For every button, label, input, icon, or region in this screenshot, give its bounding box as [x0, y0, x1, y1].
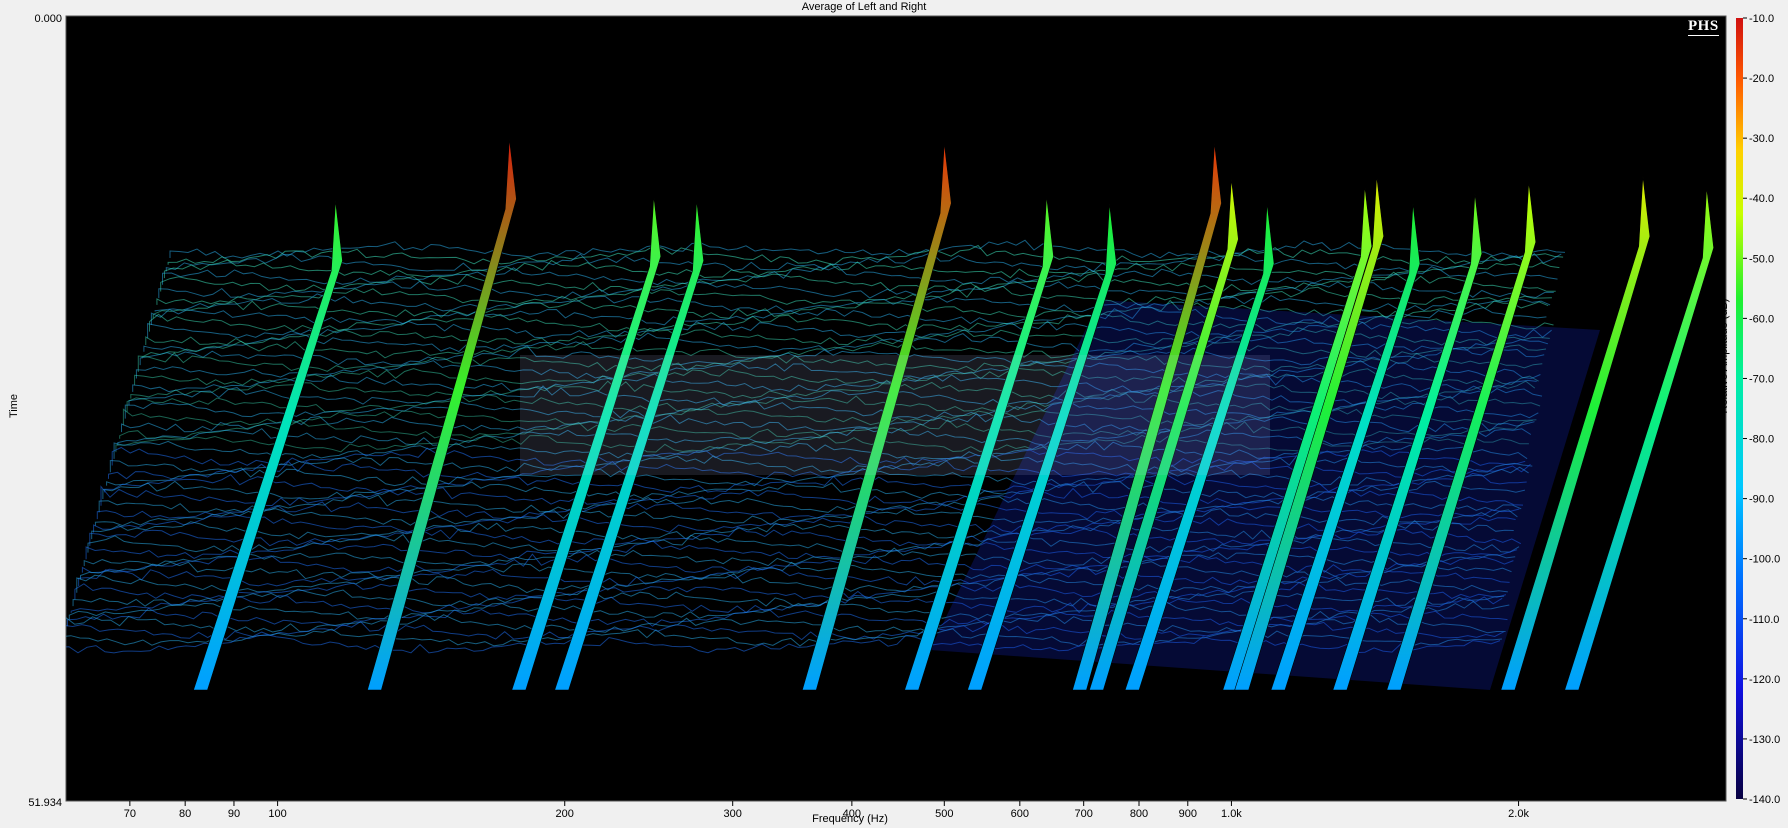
- colorbar: [1736, 18, 1743, 799]
- colorbar-tick-label: -10.0: [1749, 13, 1774, 25]
- colorbar-tick-label: -90.0: [1749, 494, 1774, 506]
- colorbar-tick-label: -30.0: [1749, 133, 1774, 145]
- y-tick-label-bottom: 51.934: [28, 797, 62, 809]
- colorbar-tick-label: -60.0: [1749, 313, 1774, 325]
- x-tick-label: 500: [935, 808, 953, 820]
- colorbar-tick-label: -110.0: [1749, 614, 1779, 626]
- phs-logo: PHS: [1688, 18, 1719, 36]
- y-axis-label: Time: [8, 393, 20, 419]
- colorbar-tick-label: -50.0: [1749, 253, 1774, 265]
- colorbar-tick-label: -80.0: [1749, 434, 1774, 446]
- colorbar-tick-label: -40.0: [1749, 193, 1774, 205]
- colorbar-tick-label: -70.0: [1749, 373, 1774, 385]
- colorbar-tick-label: -130.0: [1749, 734, 1780, 746]
- x-tick-label: 600: [1011, 808, 1029, 820]
- x-tick-label: 1.0k: [1221, 808, 1242, 820]
- x-tick-label: 900: [1179, 808, 1197, 820]
- colorbar-tick-label: -20.0: [1749, 73, 1774, 85]
- colorbar-label: Relative Amplitude (dB): [1718, 298, 1730, 414]
- x-tick-label: 700: [1075, 808, 1093, 820]
- x-tick-label: 300: [724, 808, 742, 820]
- x-axis-label: Frequency (Hz): [812, 813, 888, 825]
- x-tick-label: 2.0k: [1508, 808, 1529, 820]
- x-tick-label: 70: [124, 808, 136, 820]
- x-tick-label: 200: [556, 808, 574, 820]
- x-tick-label: 90: [228, 808, 240, 820]
- colorbar-tick-label: -120.0: [1749, 674, 1780, 686]
- watermark-overlay: [520, 355, 1270, 475]
- x-tick-label: 100: [268, 808, 286, 820]
- x-tick-label: 800: [1130, 808, 1148, 820]
- x-tick-label: 80: [179, 808, 191, 820]
- colorbar-tick-label: -140.0: [1749, 794, 1780, 806]
- colorbar-tick-label: -100.0: [1749, 554, 1780, 566]
- y-tick-label-top: 0.000: [34, 13, 62, 25]
